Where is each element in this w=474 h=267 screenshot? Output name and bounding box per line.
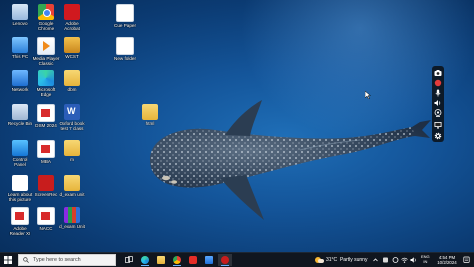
desktop-icon[interactable]: WCST bbox=[55, 37, 89, 59]
clock-date: 10/2/2024 bbox=[437, 260, 457, 265]
desktop-icon-label: New folder bbox=[114, 56, 136, 61]
taskbar-clock[interactable]: 4:54 PM 10/2/2024 bbox=[436, 255, 458, 265]
wcst-icon bbox=[64, 37, 80, 53]
speaker-icon bbox=[410, 257, 416, 263]
volume-icon[interactable] bbox=[434, 99, 442, 107]
task-view-button[interactable] bbox=[122, 254, 136, 266]
network-icon bbox=[12, 70, 28, 86]
microphone-icon[interactable] bbox=[434, 89, 442, 97]
pc-icon bbox=[12, 37, 28, 53]
wifi-button[interactable] bbox=[401, 256, 408, 264]
pdf-icon bbox=[37, 207, 55, 225]
desktop-icon[interactable]: New folder bbox=[108, 37, 142, 61]
language-indicator[interactable]: ENG IN bbox=[421, 254, 430, 264]
tray-app-2[interactable] bbox=[392, 256, 399, 264]
record-icon[interactable] bbox=[434, 79, 442, 87]
taskbar-chrome[interactable] bbox=[170, 254, 184, 266]
folder-icon bbox=[64, 140, 80, 156]
word-icon bbox=[64, 104, 80, 120]
desktop-icon-label: Cue Paper bbox=[114, 23, 136, 28]
tray-app-icon bbox=[392, 257, 399, 263]
screenrec-icon bbox=[221, 256, 229, 264]
windows-start-icon[interactable] bbox=[4, 256, 12, 264]
desktop-icon-label: html bbox=[145, 121, 155, 126]
acrobat-icon bbox=[64, 4, 80, 20]
file-explorer-icon bbox=[157, 256, 165, 264]
edge-icon bbox=[141, 256, 149, 264]
taskbar-edge[interactable] bbox=[138, 254, 152, 266]
settings-icon[interactable] bbox=[434, 132, 442, 140]
weather-condition: Partly sunny bbox=[339, 257, 368, 263]
tray-app-1[interactable] bbox=[382, 256, 389, 264]
folder-icon bbox=[64, 175, 80, 191]
screenrec-icon bbox=[38, 175, 54, 191]
recycle-bin-icon bbox=[12, 104, 28, 120]
folder-icon bbox=[64, 70, 80, 86]
media-player-icon bbox=[37, 37, 55, 55]
desktop-icon[interactable]: Cue Paper bbox=[108, 4, 142, 28]
desktop-icon-label: dbm bbox=[67, 87, 77, 92]
desktop-icon[interactable]: html bbox=[133, 104, 167, 126]
winrar-icon bbox=[64, 207, 80, 223]
weather-temperature: 31°C bbox=[326, 257, 338, 263]
desktop-icon-label: m bbox=[70, 157, 74, 162]
search-placeholder: Type here to search bbox=[33, 257, 81, 263]
lenovo-icon bbox=[12, 4, 28, 20]
edge-icon bbox=[38, 70, 54, 86]
desktop-icon-label: WCST bbox=[65, 54, 79, 59]
task-view-icon bbox=[125, 256, 133, 263]
desktop-icon[interactable]: Oxford book test 7 class bbox=[55, 104, 89, 131]
pdf-icon bbox=[11, 207, 29, 225]
webcam-icon[interactable] bbox=[434, 109, 442, 117]
taskbar-file-explorer[interactable] bbox=[154, 254, 168, 266]
recorder-toolbar bbox=[432, 66, 444, 142]
tray-app-icon bbox=[383, 257, 388, 263]
desktop-icon-label: d_exam unit bbox=[59, 192, 85, 197]
desktop-icon-label: Oxford book test 7 class bbox=[59, 121, 85, 131]
desktop-icon[interactable]: Adobe Acrobat bbox=[55, 4, 89, 31]
chrome-icon bbox=[173, 256, 181, 264]
taskbar-search-box[interactable]: Type here to search bbox=[18, 254, 116, 266]
notification-icon[interactable] bbox=[463, 256, 470, 264]
volume-button[interactable] bbox=[410, 256, 417, 264]
wifi-icon bbox=[401, 257, 408, 263]
youtube-icon bbox=[189, 256, 197, 264]
taskbar-store[interactable] bbox=[202, 254, 216, 266]
control-panel-icon bbox=[12, 140, 28, 156]
pdf-icon bbox=[37, 140, 55, 158]
folder-icon bbox=[142, 104, 158, 120]
camera-icon[interactable] bbox=[434, 69, 442, 77]
screen-icon[interactable] bbox=[434, 121, 442, 129]
chevron-up-icon bbox=[373, 258, 378, 262]
desktop-icon[interactable]: m bbox=[55, 140, 89, 162]
taskbar-screenrec[interactable] bbox=[218, 254, 232, 266]
desktop-icon[interactable]: d_exam unit bbox=[55, 175, 89, 197]
desktop-icon-label: d_exam Unit bbox=[59, 224, 85, 229]
desktop-icon[interactable]: d_exam Unit bbox=[55, 207, 89, 229]
show-hidden-icons-button[interactable] bbox=[372, 256, 379, 264]
learn-icon bbox=[12, 175, 28, 191]
search-icon bbox=[23, 257, 29, 263]
pdf-icon bbox=[37, 104, 55, 122]
mouse-cursor-icon bbox=[365, 91, 371, 99]
desktop-icon-label: Adobe Acrobat bbox=[64, 21, 80, 31]
chrome-icon bbox=[38, 4, 54, 20]
document-icon bbox=[116, 37, 134, 55]
taskbar: Type here to search 31°C Partly sunny EN… bbox=[0, 252, 474, 267]
store-icon bbox=[205, 256, 213, 264]
taskbar-youtube[interactable] bbox=[186, 254, 200, 266]
document-icon bbox=[116, 4, 134, 22]
desktop-icon[interactable]: dbm bbox=[55, 70, 89, 92]
